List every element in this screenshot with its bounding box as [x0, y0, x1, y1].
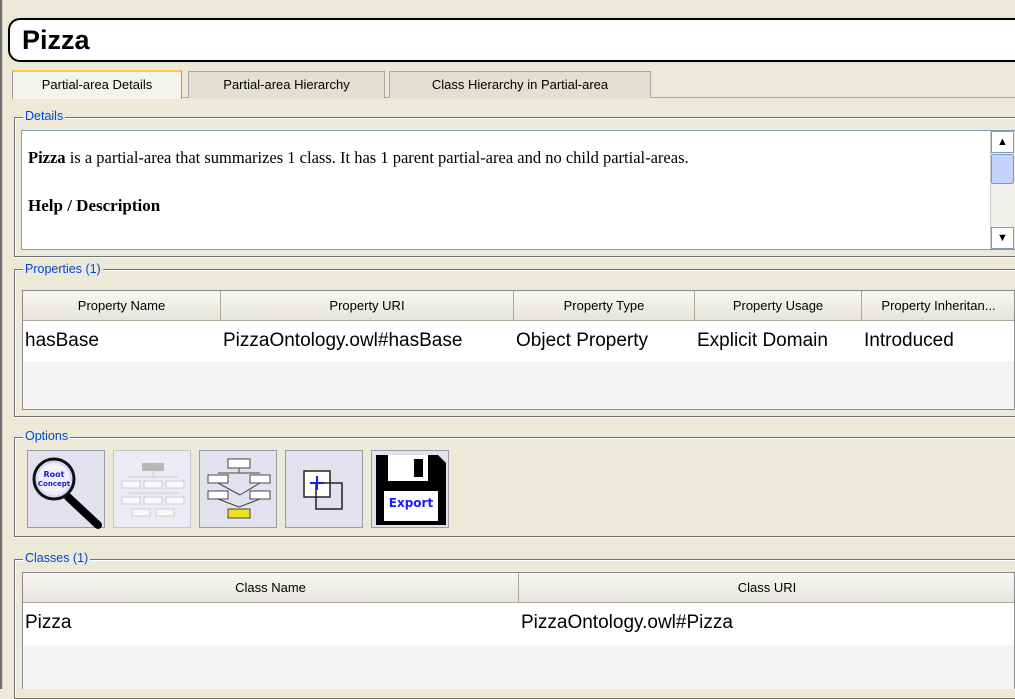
svg-text:Concept: Concept	[38, 480, 71, 488]
hierarchy-view-button[interactable]	[113, 450, 191, 528]
scroll-thumb[interactable]	[991, 154, 1014, 184]
root-concept-search-button[interactable]: Root Concept	[27, 450, 105, 529]
tab-class-hierarchy-in-partial-area[interactable]: Class Hierarchy in Partial-area	[389, 71, 651, 98]
cell-property-uri: PizzaOntology.owl#hasBase	[221, 321, 514, 361]
col-header-property-uri[interactable]: Property URI	[221, 291, 514, 321]
details-class-name: Pizza	[28, 148, 66, 167]
title-panel	[8, 18, 1015, 62]
scroll-down-button[interactable]: ▼	[991, 227, 1014, 249]
details-summary: Pizza is a partial-area that summarizes …	[28, 148, 988, 168]
col-header-property-inheritance[interactable]: Property Inheritan...	[862, 291, 1014, 321]
properties-group-label: Properties (1)	[23, 262, 103, 276]
svg-text:Root: Root	[44, 470, 65, 479]
export-label: Export	[388, 496, 434, 510]
floppy-disk-icon	[376, 455, 446, 525]
col-header-property-usage[interactable]: Property Usage	[695, 291, 862, 321]
window-left-edge-highlight	[2, 0, 3, 689]
help-description-heading: Help / Description	[28, 196, 161, 215]
cell-class-uri: PizzaOntology.owl#Pizza	[519, 603, 1014, 643]
col-header-property-name[interactable]: Property Name	[23, 291, 221, 321]
col-header-class-name[interactable]: Class Name	[23, 573, 519, 603]
classes-group-label: Classes (1)	[23, 551, 91, 565]
col-header-property-type[interactable]: Property Type	[514, 291, 695, 321]
classes-table: Class Name Class URI Pizza PizzaOntology…	[22, 572, 1015, 689]
export-button[interactable]: Export	[371, 450, 449, 528]
page-title: Pizza	[22, 25, 90, 55]
tab-partial-area-hierarchy[interactable]: Partial-area Hierarchy	[188, 71, 385, 98]
cell-property-type: Object Property	[514, 321, 695, 361]
cell-property-name: hasBase	[23, 321, 221, 361]
expand-button[interactable]	[285, 450, 363, 528]
cell-class-name: Pizza	[23, 603, 519, 643]
expand-icon	[303, 470, 343, 510]
details-summary-text: is a partial-area that summarizes 1 clas…	[65, 148, 689, 167]
hierarchy-disabled-icon	[121, 463, 185, 517]
table-row[interactable]: Pizza PizzaOntology.owl#Pizza	[23, 603, 1014, 645]
class-hierarchy-icon	[207, 458, 271, 519]
properties-table: Property Name Property URI Property Type…	[22, 290, 1015, 410]
magnifier-icon: Root Concept	[32, 457, 102, 529]
tab-partial-area-details[interactable]: Partial-area Details	[12, 70, 182, 99]
options-group-label: Options	[23, 429, 71, 443]
cell-property-usage: Explicit Domain	[695, 321, 862, 361]
class-hierarchy-button[interactable]	[199, 450, 277, 528]
col-header-class-uri[interactable]: Class URI	[519, 573, 1014, 603]
scroll-up-button[interactable]: ▲	[991, 131, 1014, 153]
table-row[interactable]: hasBase PizzaOntology.owl#hasBase Object…	[23, 321, 1014, 361]
cell-property-inheritance: Introduced	[862, 321, 1014, 361]
details-group-label: Details	[23, 109, 66, 123]
